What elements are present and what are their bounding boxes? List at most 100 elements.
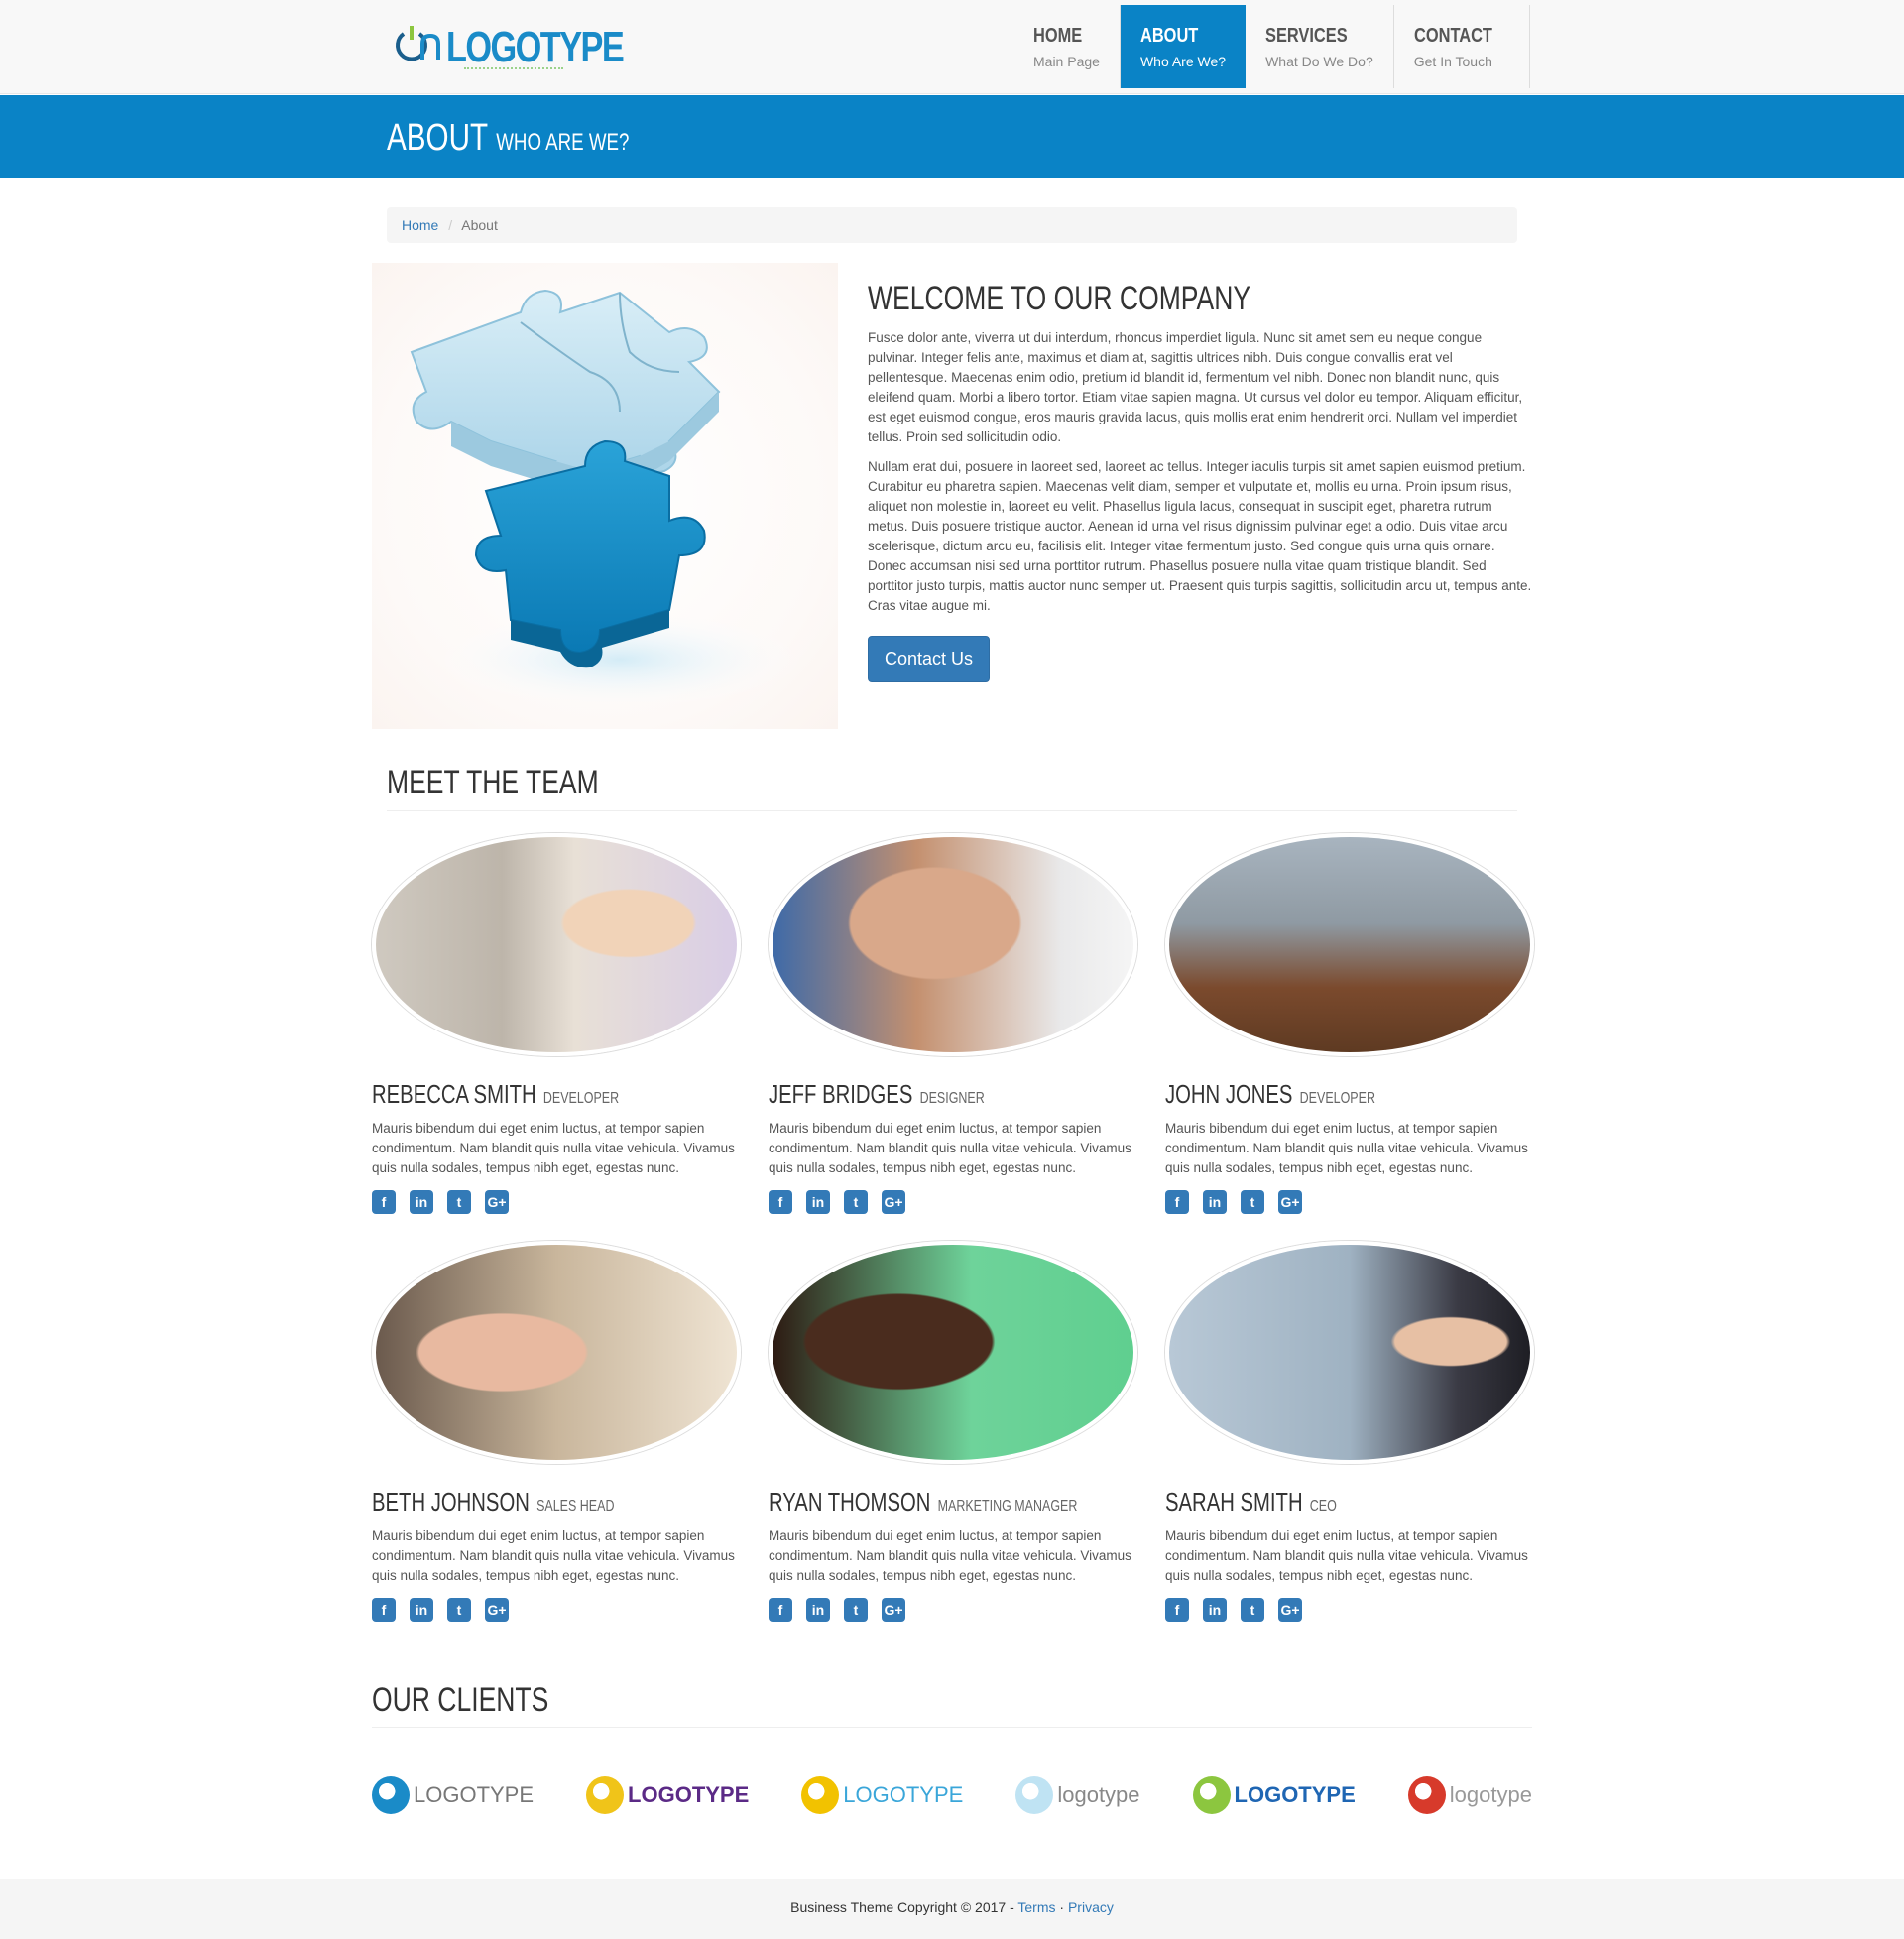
google-plus-icon[interactable]: G+ xyxy=(1278,1190,1302,1214)
client-logo-mark-icon xyxy=(801,1776,840,1814)
clients-row: LOGOTYPE LOGOTYPE LOGOTYPE logotype LOGOTYPE… xyxy=(372,1756,1532,1835)
breadcrumb: Home / About xyxy=(387,207,1517,243)
about-section: WELCOME TO OUR COMPANY Fusce dolor ante,… xyxy=(868,280,1532,682)
team-divider xyxy=(387,810,1517,811)
footer-privacy-link[interactable]: Privacy xyxy=(1068,1899,1114,1915)
google-plus-icon[interactable]: G+ xyxy=(1278,1598,1302,1622)
about-paragraph-1: Fusce dolor ante, viverra ut dui interdu… xyxy=(868,330,1523,444)
team-member-role: SALES HEAD xyxy=(536,1498,615,1515)
nav-about-subtitle: Who Are We? xyxy=(1139,54,1227,69)
team-member-social: f in t G+ xyxy=(769,1598,1140,1622)
nav-about[interactable]: ABOUT Who Are We? xyxy=(1120,5,1247,88)
team-member-card: JEFF BRIDGES DESIGNER Mauris bibendum dui… xyxy=(769,833,1140,1214)
google-plus-icon[interactable]: G+ xyxy=(485,1190,509,1214)
facebook-icon[interactable]: f xyxy=(372,1598,396,1622)
nav-home-subtitle: Main Page xyxy=(1033,54,1100,69)
nav-contact[interactable]: CONTACT Get In Touch xyxy=(1394,5,1531,88)
google-plus-icon[interactable]: G+ xyxy=(882,1598,905,1622)
linkedin-icon[interactable]: in xyxy=(806,1190,830,1214)
team-member-name-line: REBECCA SMITH DEVELOPER xyxy=(372,1079,662,1110)
client-logo[interactable]: LOGOTYPE xyxy=(372,1770,534,1820)
client-logo-text: LOGOTYPE xyxy=(628,1782,750,1807)
client-logo-mark-icon xyxy=(586,1776,625,1814)
power-logo-icon xyxy=(396,26,440,61)
linkedin-icon[interactable]: in xyxy=(410,1598,433,1622)
page-title-main: ABOUT xyxy=(387,117,489,159)
team-member-name-line: BETH JOHNSON SALES HEAD xyxy=(372,1487,662,1517)
team-member-bio: Mauris bibendum dui eget enim luctus, at… xyxy=(769,1121,1131,1175)
team-member-name: REBECCA SMITH xyxy=(372,1079,536,1109)
nav-home[interactable]: HOME Main Page xyxy=(1013,5,1121,88)
team-member-card: RYAN THOMSON MARKETING MANAGER Mauris bib… xyxy=(769,1241,1140,1622)
breadcrumb-separator: / xyxy=(448,217,453,233)
team-member-photo-image xyxy=(1169,837,1530,1052)
linkedin-icon[interactable]: in xyxy=(1203,1190,1227,1214)
client-logo-text: logotype xyxy=(1057,1782,1140,1807)
twitter-icon[interactable]: t xyxy=(844,1190,868,1214)
team-member-photo xyxy=(372,1241,741,1464)
team-member-name: BETH JOHNSON xyxy=(372,1487,530,1516)
team-member-name-line: SARAH SMITH CEO xyxy=(1165,1487,1456,1517)
google-plus-icon[interactable]: G+ xyxy=(485,1598,509,1622)
team-member-photo xyxy=(1165,833,1534,1056)
client-logo[interactable]: LOGOTYPE xyxy=(1192,1770,1356,1820)
client-logo[interactable]: LOGOTYPE xyxy=(586,1770,749,1820)
nav-contact-title: CONTACT xyxy=(1413,25,1492,47)
team-member-social: f in t G+ xyxy=(372,1598,744,1622)
linkedin-icon[interactable]: in xyxy=(1203,1598,1227,1622)
twitter-icon[interactable]: t xyxy=(1241,1190,1264,1214)
team-member-name: SARAH SMITH xyxy=(1165,1487,1303,1516)
clients-divider xyxy=(372,1727,1532,1728)
twitter-icon[interactable]: t xyxy=(1241,1598,1264,1622)
team-member-role: DEVELOPER xyxy=(1299,1090,1375,1107)
puzzle-image xyxy=(372,263,838,729)
client-logo-text: LOGOTYPE xyxy=(843,1782,964,1807)
google-plus-icon[interactable]: G+ xyxy=(882,1190,905,1214)
team-member-photo xyxy=(372,833,741,1056)
team-member-role: MARKETING MANAGER xyxy=(937,1498,1078,1515)
team-member-role: DEVELOPER xyxy=(542,1090,620,1107)
puzzle-pieces-illustration xyxy=(410,289,808,709)
footer-copyright: Business Theme Copyright © 2017 - xyxy=(790,1899,1014,1915)
team-member-name-line: RYAN THOMSON MARKETING MANAGER xyxy=(769,1487,1077,1517)
twitter-icon[interactable]: t xyxy=(844,1598,868,1622)
client-logo-mark-icon xyxy=(1192,1776,1231,1814)
nav-about-title: ABOUT xyxy=(1139,25,1199,47)
nav-home-title: HOME xyxy=(1033,25,1083,47)
facebook-icon[interactable]: f xyxy=(372,1190,396,1214)
team-member-name: JOHN JONES xyxy=(1165,1079,1293,1109)
team-heading: MEET THE TEAM xyxy=(387,764,599,801)
page-header-band: ABOUT WHO ARE WE? xyxy=(0,95,1904,178)
team-member-bio: Mauris bibendum dui eget enim luctus, at… xyxy=(1165,1528,1528,1583)
team-member-name-line: JEFF BRIDGES DESIGNER xyxy=(769,1079,1059,1110)
team-member-name-line: JOHN JONES DEVELOPER xyxy=(1165,1079,1456,1110)
top-navbar: LOGOTYPE HOME Main Page ABOUT Who Are We… xyxy=(0,0,1904,94)
facebook-icon[interactable]: f xyxy=(1165,1190,1189,1214)
client-logo[interactable]: logotype xyxy=(1015,1770,1140,1820)
team-member-social: f in t G+ xyxy=(372,1190,744,1214)
team-member-bio: Mauris bibendum dui eget enim luctus, at… xyxy=(1165,1121,1528,1175)
team-member-photo-image xyxy=(773,1245,1133,1460)
facebook-icon[interactable]: f xyxy=(1165,1598,1189,1622)
linkedin-icon[interactable]: in xyxy=(410,1190,433,1214)
team-member-card: BETH JOHNSON SALES HEAD Mauris bibendum d… xyxy=(372,1241,744,1622)
team-member-photo xyxy=(769,833,1137,1056)
twitter-icon[interactable]: t xyxy=(447,1598,471,1622)
footer-terms-link[interactable]: Terms xyxy=(1017,1899,1055,1915)
linkedin-icon[interactable]: in xyxy=(806,1598,830,1622)
site-logo[interactable]: LOGOTYPE xyxy=(387,20,672,74)
page-title-sub: WHO ARE WE? xyxy=(496,129,630,156)
twitter-icon[interactable]: t xyxy=(447,1190,471,1214)
breadcrumb-home-link[interactable]: Home xyxy=(402,217,438,233)
nav-services[interactable]: SERVICES What Do We Do? xyxy=(1246,5,1394,88)
facebook-icon[interactable]: f xyxy=(769,1598,792,1622)
client-logo-mark-icon xyxy=(1015,1776,1054,1814)
logo-underline xyxy=(464,63,563,69)
client-logo[interactable]: LOGOTYPE xyxy=(801,1770,963,1820)
team-member-social: f in t G+ xyxy=(1165,1598,1537,1622)
client-logo-text: logotype xyxy=(1449,1782,1532,1807)
client-logo[interactable]: logotype xyxy=(1407,1770,1532,1820)
contact-us-button[interactable]: Contact Us xyxy=(868,636,991,682)
facebook-icon[interactable]: f xyxy=(769,1190,792,1214)
team-member-social: f in t G+ xyxy=(1165,1190,1537,1214)
